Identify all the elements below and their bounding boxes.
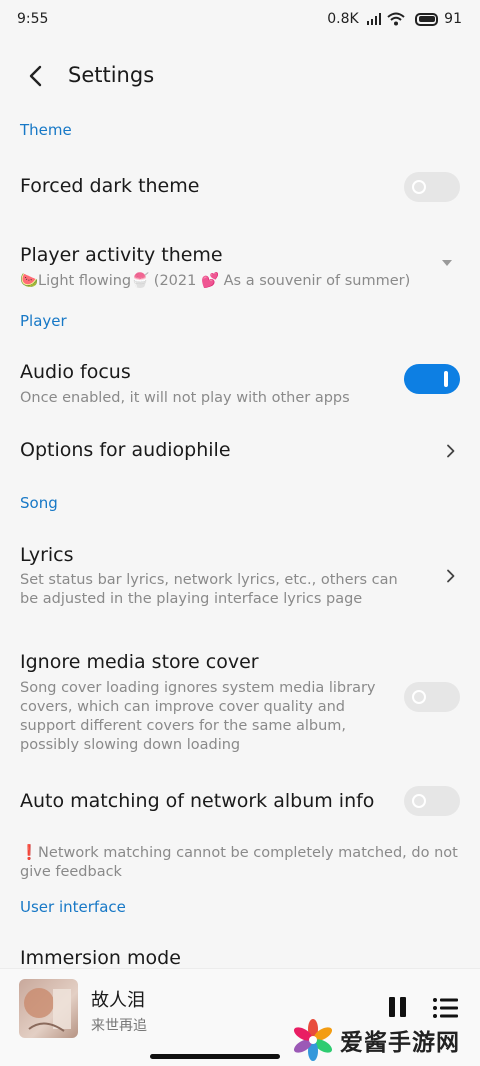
player-activity-theme-row[interactable]: Player activity theme 🍉Light flowing🍧 (2… — [0, 234, 480, 296]
audio-focus-toggle[interactable] — [404, 364, 460, 394]
lyrics-row[interactable]: Lyrics Set status bar lyrics, network ly… — [0, 534, 480, 616]
audio-focus-subtitle: Once enabled, it will not play with othe… — [20, 390, 350, 406]
song-title: 故人泪 — [91, 990, 145, 1011]
lyrics-subtitle: Set status bar lyrics, network lyrics, e… — [20, 572, 398, 607]
album-art-image — [24, 988, 71, 1032]
player-activity-theme-title: Player activity theme — [20, 244, 223, 266]
app-header: Settings — [0, 50, 480, 102]
back-arrow-icon — [29, 65, 42, 87]
ignore-media-cover-toggle[interactable] — [404, 682, 460, 712]
back-button[interactable] — [18, 58, 54, 94]
status-time: 9:55 — [17, 11, 49, 27]
lyrics-title: Lyrics — [20, 544, 74, 566]
watermark-text: 爱酱手游网 — [340, 1030, 460, 1056]
audiophile-options-title: Options for audiophile — [20, 439, 231, 461]
ignore-media-cover-title: Ignore media store cover — [20, 651, 259, 673]
cellular-signal-icon — [366, 13, 382, 25]
forced-dark-theme-row[interactable]: Forced dark theme — [0, 160, 480, 216]
dropdown-arrow-icon — [442, 260, 452, 266]
battery-icon — [415, 12, 439, 26]
home-indicator[interactable] — [150, 1054, 280, 1059]
status-right: 0.8K 91 — [327, 11, 462, 27]
immersion-mode-title: Immersion mode — [20, 947, 181, 968]
watermark: 爱酱手游网 — [292, 1014, 476, 1066]
immersion-mode-row[interactable]: Immersion mode — [0, 938, 480, 968]
forced-dark-theme-toggle[interactable] — [404, 172, 460, 202]
ignore-media-cover-subtitle: Song cover loading ignores system media … — [20, 680, 376, 753]
player-activity-theme-value: 🍉Light flowing🍧 (2021 💕 As a souvenir of… — [20, 273, 411, 289]
ignore-media-cover-row[interactable]: Ignore media store cover Song cover load… — [0, 640, 480, 760]
page-title: Settings — [68, 63, 155, 87]
battery-level: 91 — [444, 11, 462, 27]
audiophile-options-row[interactable]: Options for audiophile — [0, 428, 480, 476]
pinwheel-logo-icon — [293, 1019, 333, 1061]
auto-matching-row[interactable]: Auto matching of network album info — [0, 782, 480, 822]
song-artist: 来世再追 — [91, 1018, 147, 1034]
section-song: Song — [20, 494, 58, 512]
auto-matching-toggle[interactable] — [404, 786, 460, 816]
audio-focus-title: Audio focus — [20, 361, 131, 383]
section-user-interface: User interface — [20, 898, 126, 916]
wifi-icon — [387, 12, 405, 26]
audio-focus-row[interactable]: Audio focus Once enabled, it will not pl… — [0, 350, 480, 412]
network-speed: 0.8K — [327, 11, 359, 27]
section-player: Player — [20, 312, 67, 330]
album-art[interactable] — [19, 979, 78, 1038]
status-bar: 9:55 0.8K 91 — [0, 0, 480, 40]
section-theme: Theme — [20, 121, 72, 139]
auto-matching-note: ❗Network matching cannot be completely m… — [20, 845, 458, 880]
chevron-right-icon — [447, 444, 455, 458]
chevron-right-icon — [447, 569, 455, 583]
auto-matching-title: Auto matching of network album info — [20, 790, 375, 812]
forced-dark-theme-title: Forced dark theme — [20, 175, 200, 197]
